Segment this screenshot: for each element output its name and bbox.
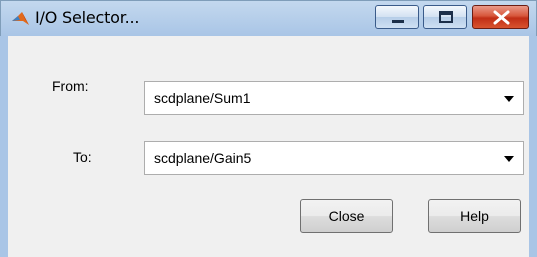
chevron-down-icon [504, 96, 514, 102]
dialog-body: From: scdplane/Sum1 To: scdplane/Gain5 C… [0, 36, 537, 257]
to-value: scdplane/Gain5 [154, 150, 252, 166]
to-label: To: [73, 149, 92, 165]
from-value: scdplane/Sum1 [154, 90, 251, 106]
title-bar[interactable]: I/O Selector... [0, 0, 537, 36]
close-window-button[interactable] [472, 5, 529, 29]
minimize-button[interactable] [375, 5, 419, 29]
close-icon [493, 10, 510, 25]
io-selector-window: I/O Selector... From: scdplane/Sum1 To: … [0, 0, 537, 257]
close-button[interactable]: Close [300, 199, 393, 233]
window-title: I/O Selector... [35, 8, 140, 27]
from-label: From: [52, 78, 89, 94]
to-dropdown[interactable]: scdplane/Gain5 [144, 141, 524, 175]
maximize-button[interactable] [423, 5, 467, 29]
from-dropdown[interactable]: scdplane/Sum1 [144, 81, 524, 115]
maximize-icon [439, 11, 453, 23]
matlab-icon [12, 12, 29, 25]
help-button[interactable]: Help [428, 199, 521, 233]
minimize-icon [392, 20, 404, 23]
chevron-down-icon [504, 156, 514, 162]
